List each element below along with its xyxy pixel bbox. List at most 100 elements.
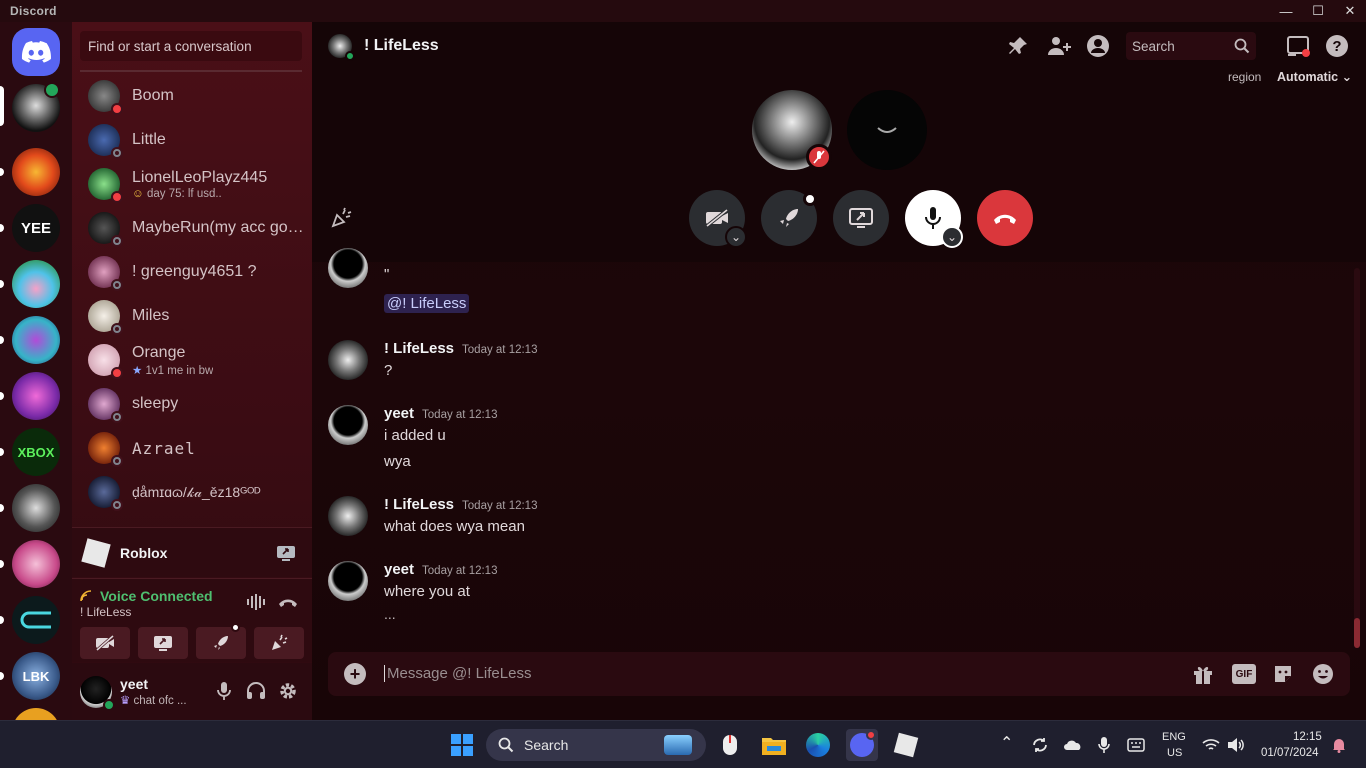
- typing-indicator: ...: [384, 606, 396, 622]
- share-screen-button[interactable]: [138, 627, 188, 659]
- message-avatar: [328, 248, 368, 288]
- server-icon-castle[interactable]: [12, 540, 60, 588]
- microphone-button[interactable]: ⌄: [905, 190, 963, 248]
- dm-item[interactable]: Little: [80, 118, 304, 162]
- message-author[interactable]: yeet: [384, 405, 414, 422]
- search-box[interactable]: Search: [1126, 32, 1256, 60]
- dm-item[interactable]: ! greenguy4651 ?: [80, 250, 304, 294]
- clock-date[interactable]: 01/07/2024: [1261, 747, 1319, 759]
- server-icon-lbk[interactable]: LBK: [12, 652, 60, 700]
- message-author[interactable]: ! LifeLess: [384, 340, 454, 357]
- message-avatar[interactable]: [328, 496, 368, 536]
- server-icon-ring[interactable]: [12, 596, 60, 644]
- activities-button[interactable]: [761, 190, 817, 246]
- taskbar-app-edge[interactable]: [802, 729, 834, 761]
- dm-item[interactable]: Azrael: [80, 426, 304, 470]
- message-avatar[interactable]: [328, 405, 368, 445]
- dm-name: ! greenguy4651 ?: [132, 263, 257, 280]
- toggle-camera-button[interactable]: [80, 627, 130, 659]
- headphones-icon[interactable]: [246, 682, 266, 700]
- dm-search-input[interactable]: Find or start a conversation: [80, 31, 302, 61]
- dm-item[interactable]: ḍåmɪɑɷ/𝓀𝒶_ěz18ᴳᴼᴰ: [80, 470, 304, 514]
- server-icon-rank[interactable]: [12, 316, 60, 364]
- inbox-icon[interactable]: [1286, 35, 1310, 57]
- unread-pill: [0, 504, 4, 512]
- start-button[interactable]: [446, 729, 478, 761]
- close-button[interactable]: ✕: [1334, 0, 1366, 22]
- pin-icon[interactable]: [1007, 35, 1029, 57]
- gift-icon[interactable]: [1192, 663, 1214, 685]
- scrollbar-thumb[interactable]: [1354, 618, 1360, 648]
- muted-badge-icon: [806, 144, 832, 170]
- taskbar-app-file-explorer[interactable]: [758, 729, 790, 761]
- show-hidden-icons[interactable]: ⌃: [1000, 733, 1013, 753]
- add-attachment-button[interactable]: +: [344, 663, 366, 685]
- microphone-icon[interactable]: [217, 681, 231, 701]
- region-select[interactable]: Automatic ⌄: [1277, 69, 1352, 84]
- taskbar-app-mouse[interactable]: [714, 729, 746, 761]
- gif-button[interactable]: GIF: [1232, 664, 1256, 684]
- server-icon-partial[interactable]: [12, 708, 60, 720]
- dm-item[interactable]: MaybeRun(my acc got...: [80, 206, 304, 250]
- dm-item[interactable]: LionelLeoPlayz445 ☺ day 75: lf usd..: [80, 162, 304, 206]
- dm-item[interactable]: Boom: [80, 74, 304, 118]
- server-icon-ghost[interactable]: [12, 484, 60, 532]
- voice-channel-name[interactable]: ! LifeLess: [80, 605, 131, 619]
- language-bottom[interactable]: US: [1167, 747, 1182, 759]
- home-button[interactable]: [12, 28, 60, 76]
- user-mention[interactable]: @! LifeLess: [384, 294, 470, 313]
- server-icon-xbox[interactable]: XBOX: [12, 428, 60, 476]
- noise-suppression-icon[interactable]: [246, 593, 266, 611]
- server-icon-kirby[interactable]: [12, 260, 60, 308]
- soundboard-icon[interactable]: [330, 207, 352, 229]
- clock-time[interactable]: 12:15: [1293, 731, 1322, 743]
- add-friend-icon[interactable]: [1047, 35, 1071, 57]
- end-call-button[interactable]: [977, 190, 1033, 246]
- activities-button[interactable]: [196, 623, 246, 659]
- voice-status[interactable]: Voice Connected: [100, 588, 213, 604]
- message-input[interactable]: Message @! LifeLess: [384, 665, 531, 682]
- sticker-icon[interactable]: [1272, 663, 1294, 685]
- notification-bell-icon[interactable]: [1331, 737, 1347, 753]
- taskbar-app-discord[interactable]: [846, 729, 878, 761]
- message-avatar[interactable]: [328, 340, 368, 380]
- toggle-camera-button[interactable]: ⌄: [689, 190, 747, 248]
- scrollbar[interactable]: [1354, 268, 1360, 648]
- message-avatar[interactable]: [328, 561, 368, 601]
- wifi-icon[interactable]: [1202, 738, 1220, 752]
- minimize-button[interactable]: —: [1270, 0, 1302, 22]
- dm-item[interactable]: Orange ★ 1v1 me in bw: [80, 338, 304, 382]
- onedrive-icon[interactable]: [1063, 737, 1083, 753]
- maximize-button[interactable]: ☐: [1302, 0, 1334, 22]
- chevron-down-icon[interactable]: ⌄: [725, 226, 747, 248]
- recipient-name[interactable]: ! LifeLess: [364, 37, 439, 55]
- server-icon-yeet[interactable]: YEE: [12, 204, 60, 252]
- dm-item[interactable]: Miles: [80, 294, 304, 338]
- unread-pill: [0, 448, 4, 456]
- soundboard-button[interactable]: [254, 627, 304, 659]
- language-top[interactable]: ENG: [1162, 731, 1186, 743]
- taskbar-search[interactable]: Search: [486, 729, 706, 761]
- server-icon-fire[interactable]: [12, 148, 60, 196]
- sync-icon[interactable]: [1031, 736, 1049, 754]
- chevron-down-icon[interactable]: ⌄: [941, 226, 963, 248]
- status-online-icon: [345, 51, 355, 61]
- keyboard-icon[interactable]: [1127, 738, 1145, 752]
- disconnect-icon[interactable]: [277, 595, 299, 609]
- screen-share-icon[interactable]: [276, 544, 296, 562]
- taskbar-app-roblox[interactable]: [890, 729, 922, 761]
- share-screen-button[interactable]: [833, 190, 889, 246]
- message-author[interactable]: yeet: [384, 561, 414, 578]
- gear-icon[interactable]: [278, 681, 298, 701]
- emoji-icon[interactable]: [1312, 663, 1334, 685]
- call-participant-avatar[interactable]: [847, 90, 927, 170]
- volume-icon[interactable]: [1227, 737, 1245, 753]
- user-profile-icon[interactable]: [1086, 34, 1110, 58]
- camera-off-icon: [96, 635, 114, 651]
- message-author[interactable]: ! LifeLess: [384, 496, 454, 513]
- avatar[interactable]: [80, 675, 115, 711]
- server-icon-mew[interactable]: [12, 372, 60, 420]
- dm-item[interactable]: sleepy: [80, 382, 304, 426]
- microphone-icon[interactable]: [1098, 736, 1110, 754]
- help-icon[interactable]: ?: [1326, 35, 1348, 57]
